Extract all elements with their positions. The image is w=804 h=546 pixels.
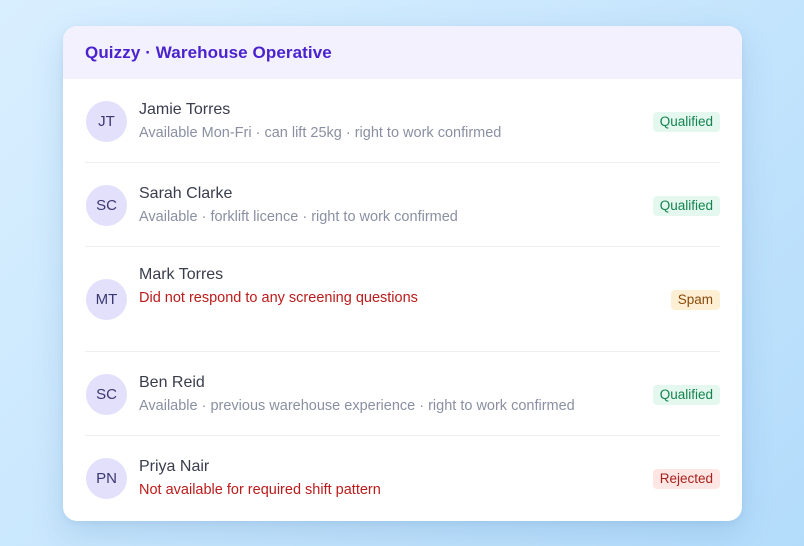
status-badge: Qualified [652,196,720,216]
card-title: Quizzy · Warehouse Operative [85,42,332,62]
candidate-name: Jamie Torres [139,101,231,118]
status-badge: Qualified [652,385,720,405]
candidate-detail: Available Mon-Fri · can lift 25kg · righ… [139,125,502,141]
candidate-row-ben-reid[interactable]: SC Ben Reid Available · previous warehou… [85,352,720,436]
candidate-row-mark-torres[interactable]: MT Mark Torres Did not respond to any sc… [85,247,720,352]
candidate-detail: Did not respond to any screening questio… [139,290,418,306]
avatar: MT [86,279,127,320]
candidate-row-sarah-clarke[interactable]: SC Sarah Clarke Available · forklift lic… [85,163,720,247]
candidate-name: Sarah Clarke [139,185,233,202]
avatar: SC [86,374,127,415]
avatar: JT [86,101,127,142]
candidate-detail: Not available for required shift pattern [139,482,381,498]
candidate-detail: Available · previous warehouse experienc… [139,398,575,414]
avatar: PN [86,458,127,499]
candidate-detail: Available · forklift licence · right to … [139,209,458,225]
status-badge: Qualified [652,112,720,132]
candidate-row-jamie-torres[interactable]: JT Jamie Torres Available Mon-Fri · can … [85,79,720,163]
candidate-name: Priya Nair [139,458,210,475]
card-header: Quizzy · Warehouse Operative [63,26,742,79]
avatar: SC [86,185,127,226]
candidate-name: Mark Torres [139,266,224,283]
status-badge: Spam [670,290,720,310]
status-badge: Rejected [652,469,720,489]
candidate-row-priya-nair[interactable]: PN Priya Nair Not available for required… [85,436,720,521]
candidate-card: Quizzy · Warehouse Operative JT Jamie To… [63,26,742,521]
candidate-name: Ben Reid [139,374,205,391]
